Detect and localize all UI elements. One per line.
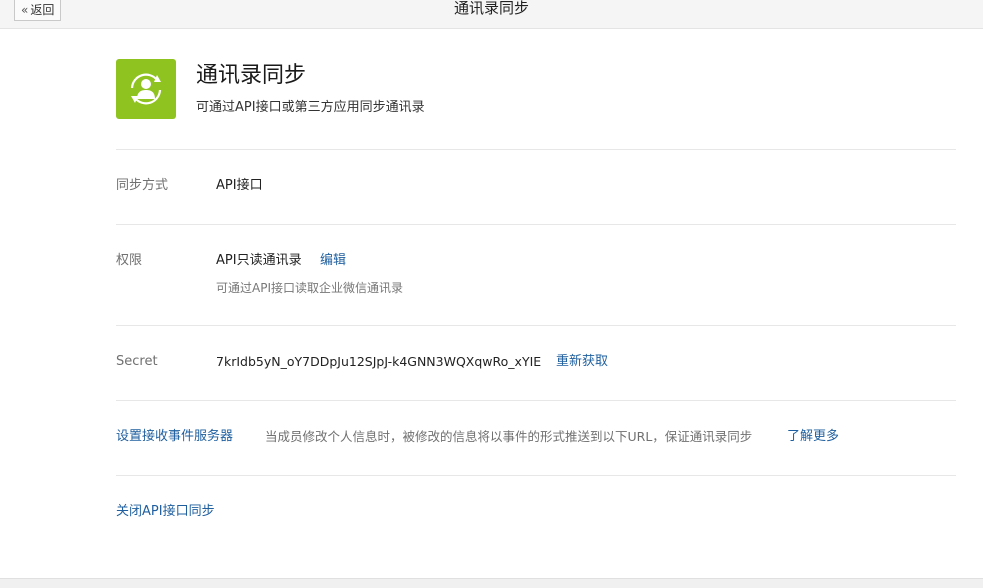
- page-title: 通讯录同步: [453, 0, 529, 17]
- refresh-secret-link[interactable]: 重新获取: [556, 353, 608, 371]
- app-description: 可通过API接口或第三方应用同步通讯录: [196, 100, 425, 115]
- permission-hint: 可通过API接口读取企业微信通讯录: [216, 281, 403, 295]
- sync-method-value: API接口: [216, 178, 263, 193]
- top-bar: « 返回 通讯录同步: [0, 0, 983, 29]
- bottom-bar: [0, 578, 983, 588]
- secret-label: Secret: [116, 354, 158, 369]
- divider: [116, 325, 956, 326]
- permission-value: API只读通讯录: [216, 253, 302, 268]
- app-title: 通讯录同步: [196, 63, 307, 88]
- secret-value: 7krIdb5yN_oY7DDpJu12SJpJ-k4GNN3WQXqwRo_x…: [216, 354, 542, 369]
- divider: [116, 149, 956, 150]
- divider: [116, 475, 956, 476]
- divider: [116, 224, 956, 225]
- app-header: 通讯录同步 可通过API接口或第三方应用同步通讯录: [116, 59, 956, 119]
- divider: [116, 400, 956, 401]
- set-event-server-link[interactable]: 设置接收事件服务器: [116, 428, 233, 446]
- permission-label: 权限: [116, 253, 143, 268]
- contacts-sync-icon: [116, 59, 176, 119]
- sync-method-label: 同步方式: [116, 178, 169, 193]
- edit-permission-link[interactable]: 编辑: [320, 252, 346, 270]
- close-api-sync-link[interactable]: 关闭API接口同步: [116, 503, 215, 521]
- learn-more-link[interactable]: 了解更多: [787, 428, 839, 446]
- event-server-description: 当成员修改个人信息时，被修改的信息将以事件的形式推送到以下URL，保证通讯录同步: [265, 429, 753, 444]
